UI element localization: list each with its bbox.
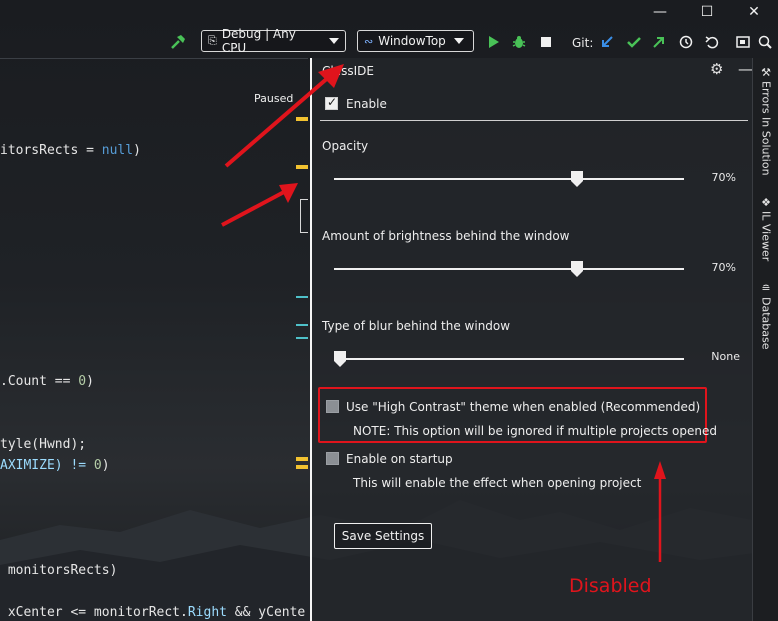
startup-project-combo[interactable]: ∾ WindowTop <box>357 30 474 52</box>
scroll-marker <box>296 117 308 121</box>
tab-label: Database <box>759 297 773 350</box>
git-pull-icon[interactable] <box>597 32 617 52</box>
code-line: tyle(Hwnd); <box>0 437 87 452</box>
build-hammer-icon[interactable] <box>168 32 188 52</box>
opacity-slider-thumb[interactable] <box>570 171 583 187</box>
classide-panel: ClassIDE ⚙ — Enable Opacity 70% Amount o… <box>310 58 753 621</box>
config-icon: ⎘ <box>208 34 217 47</box>
scroll-thumb[interactable] <box>300 199 308 233</box>
start-icon[interactable] <box>484 32 504 52</box>
tab-label: Errors In Solution <box>759 81 773 176</box>
scroll-marker <box>296 465 308 469</box>
code-line: monitorsRects) <box>0 563 118 578</box>
tab-label: IL Viewer <box>759 211 773 262</box>
opacity-value: 70% <box>711 171 736 184</box>
title-bar: — ☐ ✕ <box>0 0 778 24</box>
chevron-down-icon <box>329 38 339 44</box>
brightness-slider-thumb[interactable] <box>570 261 583 277</box>
diamond-icon: ❖ <box>761 196 771 209</box>
tab-database[interactable]: ≘ Database <box>757 282 775 350</box>
blur-type-label: Type of blur behind the window <box>322 319 511 333</box>
minimize-panel-icon[interactable]: — <box>738 60 753 78</box>
project-value: WindowTop <box>378 34 446 48</box>
high-contrast-label: Use "High Contrast" theme when enabled (… <box>346 400 701 414</box>
close-button[interactable]: ✕ <box>742 2 766 22</box>
project-icon: ∾ <box>364 34 374 48</box>
blur-slider-thumb[interactable] <box>334 351 346 367</box>
blur-value: None <box>711 350 740 363</box>
scroll-marker <box>296 324 308 326</box>
tab-errors-in-solution[interactable]: ⚒ Errors In Solution <box>757 66 775 176</box>
disabled-annotation: Disabled <box>569 575 652 597</box>
configuration-value: Debug | Any CPU <box>221 27 296 55</box>
code-editor[interactable]: Paused itorsRects = null) .Count == 0) t… <box>0 58 308 621</box>
save-settings-button[interactable]: Save Settings <box>334 523 432 549</box>
opacity-slider-track[interactable] <box>334 178 684 180</box>
scroll-marker <box>296 457 308 461</box>
minimize-button[interactable]: — <box>648 2 672 22</box>
wrench-icon: ⚒ <box>761 66 771 79</box>
divider <box>320 120 748 121</box>
scroll-marker <box>296 296 308 298</box>
enable-label: Enable <box>346 97 387 111</box>
brightness-label: Amount of brightness behind the window <box>322 229 570 243</box>
enable-checkbox[interactable] <box>325 95 338 110</box>
high-contrast-note: NOTE: This option will be ignored if mul… <box>353 424 717 438</box>
side-tool-tabs: ⚒ Errors In Solution ❖ IL Viewer ≘ Datab… <box>752 58 778 621</box>
brightness-slider-track[interactable] <box>334 268 684 270</box>
debug-bug-icon[interactable] <box>509 32 529 52</box>
panel-title: ClassIDE <box>322 64 374 78</box>
blur-slider-track[interactable] <box>334 358 684 360</box>
tab-il-viewer[interactable]: ❖ IL Viewer <box>757 196 775 261</box>
chevron-down-icon <box>453 38 464 44</box>
code-line: itorsRects = null) <box>0 143 141 158</box>
database-icon: ≘ <box>761 282 771 295</box>
startup-label: Enable on startup <box>346 452 453 466</box>
configuration-combo[interactable]: ⎘ Debug | Any CPU <box>201 27 346 55</box>
gear-icon[interactable]: ⚙ <box>710 60 723 78</box>
git-label: Git: <box>572 36 594 50</box>
stop-icon[interactable] <box>536 32 556 52</box>
code-line: .Count == 0) <box>0 374 94 389</box>
maximize-button[interactable]: ☐ <box>695 2 719 22</box>
scroll-marker <box>296 165 308 169</box>
git-push-icon[interactable] <box>649 32 669 52</box>
debug-status: Paused <box>254 92 294 105</box>
git-commit-icon[interactable] <box>624 32 644 52</box>
undo-icon[interactable] <box>702 32 722 52</box>
startup-checkbox[interactable] <box>326 452 339 465</box>
code-line: AXIMIZE) != 0) <box>0 458 110 473</box>
history-icon[interactable] <box>676 32 696 52</box>
search-icon[interactable] <box>755 32 775 52</box>
code-line: xCenter <= monitorRect.Right && yCente <box>0 605 306 620</box>
startup-note: This will enable the effect when opening… <box>353 476 642 490</box>
high-contrast-checkbox[interactable] <box>326 400 339 413</box>
brightness-value: 70% <box>711 261 736 274</box>
toggle-window-icon[interactable] <box>733 32 753 52</box>
opacity-label: Opacity <box>322 139 369 153</box>
toolbar: ⎘ Debug | Any CPU ∾ WindowTop Git: <box>0 27 778 56</box>
scroll-marker <box>296 337 308 339</box>
